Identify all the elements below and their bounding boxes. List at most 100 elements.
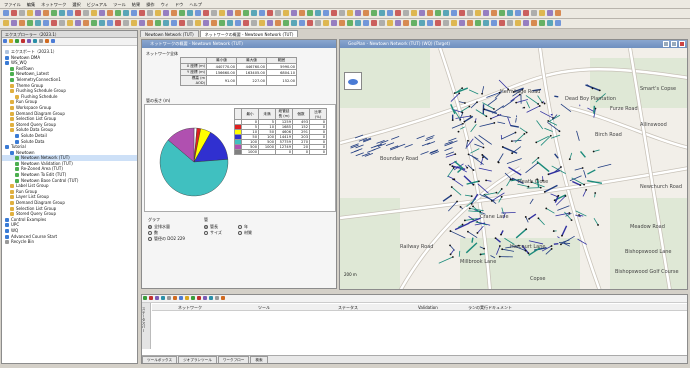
toolbar-button-icon[interactable] bbox=[91, 10, 97, 16]
network-node[interactable] bbox=[457, 130, 460, 133]
network-node[interactable] bbox=[479, 253, 482, 256]
toolbar-button-icon[interactable] bbox=[459, 20, 465, 26]
network-node[interactable] bbox=[514, 131, 517, 134]
network-node[interactable] bbox=[451, 165, 454, 168]
toolbar-button-icon[interactable] bbox=[11, 20, 17, 26]
toolbar-button-icon[interactable] bbox=[235, 10, 241, 16]
results-tool-icon[interactable] bbox=[161, 296, 165, 300]
toolbar-button-icon[interactable] bbox=[195, 20, 201, 26]
network-node[interactable] bbox=[498, 255, 501, 258]
toolbar-button-icon[interactable] bbox=[427, 10, 433, 16]
toolbar-button-icon[interactable] bbox=[299, 20, 305, 26]
network-node[interactable] bbox=[463, 120, 466, 123]
toolbar-button-icon[interactable] bbox=[275, 20, 281, 26]
network-node[interactable] bbox=[524, 216, 527, 218]
toolbar-button-icon[interactable] bbox=[507, 20, 513, 26]
toolbar-button-icon[interactable] bbox=[155, 20, 161, 26]
toolbar-button-icon[interactable] bbox=[27, 10, 33, 16]
network-node[interactable] bbox=[485, 115, 488, 118]
toolbar-button-icon[interactable] bbox=[131, 10, 137, 16]
results-tool-icon[interactable] bbox=[149, 296, 153, 300]
network-node[interactable] bbox=[560, 243, 562, 246]
network-node[interactable] bbox=[476, 101, 478, 104]
network-pipe[interactable] bbox=[526, 187, 541, 189]
explorer-tool-icon[interactable] bbox=[3, 39, 7, 43]
menu-item[interactable]: 操作 bbox=[146, 2, 154, 7]
toolbar-button-icon[interactable] bbox=[99, 10, 105, 16]
toolbar-button-icon[interactable] bbox=[467, 20, 473, 26]
network-node[interactable] bbox=[524, 249, 527, 252]
toolbar-button-icon[interactable] bbox=[139, 20, 145, 26]
menu-item[interactable]: ビジュアル bbox=[87, 2, 108, 7]
results-tool-icon[interactable] bbox=[215, 296, 219, 300]
toolbar-button-icon[interactable] bbox=[475, 20, 481, 26]
toolbar-button-icon[interactable] bbox=[499, 10, 505, 16]
toolbar-button-icon[interactable] bbox=[283, 20, 289, 26]
document-tab[interactable]: Newtown Network (TUT) bbox=[140, 30, 199, 37]
network-node[interactable] bbox=[485, 179, 487, 182]
menu-item[interactable]: ドウ bbox=[175, 2, 183, 7]
toolbar-button-icon[interactable] bbox=[243, 10, 249, 16]
results-column-header[interactable]: ランの実行ドキュメント bbox=[468, 305, 512, 311]
network-node[interactable] bbox=[543, 190, 546, 193]
toolbar-button-icon[interactable] bbox=[515, 10, 521, 16]
toolbar-button-icon[interactable] bbox=[243, 20, 249, 26]
network-node[interactable] bbox=[523, 132, 526, 135]
toolbar-button-icon[interactable] bbox=[163, 10, 169, 16]
network-node[interactable] bbox=[538, 105, 541, 107]
toolbar-button-icon[interactable] bbox=[139, 10, 145, 16]
network-node[interactable] bbox=[560, 166, 562, 168]
toolbar-button-icon[interactable] bbox=[331, 20, 337, 26]
network-node[interactable] bbox=[470, 195, 473, 198]
toolbar-button-icon[interactable] bbox=[59, 10, 65, 16]
toolbar-button-icon[interactable] bbox=[259, 20, 265, 26]
toolbar-button-icon[interactable] bbox=[387, 10, 393, 16]
explorer-tool-icon[interactable] bbox=[27, 39, 31, 43]
radio-icon[interactable] bbox=[148, 237, 152, 241]
network-node[interactable] bbox=[450, 186, 453, 188]
results-tool-icon[interactable] bbox=[173, 296, 177, 300]
toolbar-button-icon[interactable] bbox=[3, 20, 9, 26]
network-node[interactable] bbox=[461, 87, 464, 89]
menu-item[interactable]: ヘルプ bbox=[189, 2, 202, 7]
toolbar-button-icon[interactable] bbox=[411, 10, 417, 16]
toolbar-button-icon[interactable] bbox=[315, 10, 321, 16]
toolbar-button-icon[interactable] bbox=[387, 20, 393, 26]
toolbar-button-icon[interactable] bbox=[435, 10, 441, 16]
explorer-tool-icon[interactable] bbox=[51, 39, 55, 43]
toolbar-button-icon[interactable] bbox=[531, 10, 537, 16]
minimize-icon[interactable] bbox=[663, 41, 669, 47]
network-node[interactable] bbox=[468, 207, 471, 210]
results-tool-icon[interactable] bbox=[179, 296, 183, 300]
network-node[interactable] bbox=[451, 256, 454, 258]
results-tool-icon[interactable] bbox=[203, 296, 207, 300]
network-node[interactable] bbox=[449, 253, 452, 256]
document-tab[interactable]: ネットワークの概要 - Newtown Network (TUT) bbox=[199, 30, 299, 37]
toolbar-button-icon[interactable] bbox=[179, 10, 185, 16]
network-node[interactable] bbox=[527, 252, 530, 255]
network-node[interactable] bbox=[543, 102, 546, 105]
results-tool-icon[interactable] bbox=[167, 296, 171, 300]
toolbar-button-icon[interactable] bbox=[507, 10, 513, 16]
toolbar-button-icon[interactable] bbox=[515, 20, 521, 26]
toolbar-button-icon[interactable] bbox=[419, 10, 425, 16]
toolbar-button-icon[interactable] bbox=[91, 20, 97, 26]
toolbar-button-icon[interactable] bbox=[331, 10, 337, 16]
explorer-tool-icon[interactable] bbox=[21, 39, 25, 43]
network-node[interactable] bbox=[476, 232, 479, 234]
toolbar-button-icon[interactable] bbox=[355, 20, 361, 26]
toolbar-button-icon[interactable] bbox=[123, 10, 129, 16]
network-node[interactable] bbox=[537, 103, 540, 105]
network-node[interactable] bbox=[557, 194, 560, 197]
radio-icon[interactable] bbox=[204, 225, 208, 229]
toolbar-button-icon[interactable] bbox=[451, 10, 457, 16]
network-node[interactable] bbox=[461, 223, 464, 226]
toolbar-button-icon[interactable] bbox=[339, 10, 345, 16]
toolbar-button-icon[interactable] bbox=[171, 20, 177, 26]
network-node[interactable] bbox=[564, 195, 567, 197]
toolbar-button-icon[interactable] bbox=[339, 20, 345, 26]
toolbar-button-icon[interactable] bbox=[323, 20, 329, 26]
network-node[interactable] bbox=[474, 121, 477, 123]
toolbar-button-icon[interactable] bbox=[123, 20, 129, 26]
network-node[interactable] bbox=[482, 146, 485, 149]
